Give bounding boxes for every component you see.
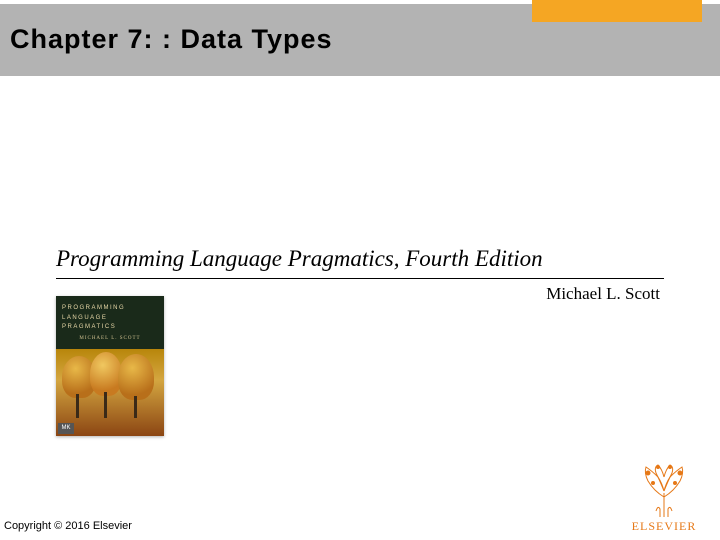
accent-block <box>532 0 702 22</box>
elsevier-tree-icon <box>638 463 690 517</box>
cover-title-line3: PRAGMATICS <box>62 323 125 333</box>
book-cover-thumbnail: PROGRAMMING LANGUAGE PRAGMATICS MICHAEL … <box>56 296 164 436</box>
divider <box>56 278 664 279</box>
publisher-badge: MK <box>58 423 74 434</box>
elsevier-label: ELSEVIER <box>626 519 702 534</box>
cover-title: PROGRAMMING LANGUAGE PRAGMATICS <box>62 304 125 333</box>
chapter-title: Chapter 7: : Data Types <box>10 24 333 55</box>
cover-title-line1: PROGRAMMING <box>62 304 125 314</box>
copyright-text: Copyright © 2016 Elsevier <box>4 520 132 532</box>
book-title: Programming Language Pragmatics, Fourth … <box>56 246 543 272</box>
cover-author: MICHAEL L. SCOTT <box>56 336 164 341</box>
cover-title-line2: LANGUAGE <box>62 314 125 324</box>
author-name: Michael L. Scott <box>546 284 660 304</box>
elsevier-logo: ELSEVIER <box>626 463 702 534</box>
cover-art-trees <box>66 358 154 418</box>
